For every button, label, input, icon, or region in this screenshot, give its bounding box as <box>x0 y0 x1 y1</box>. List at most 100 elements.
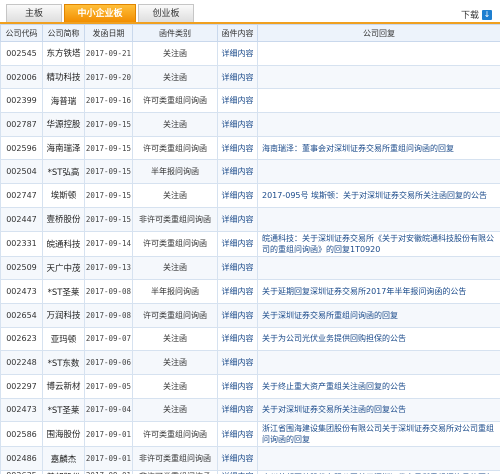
table-row: 002473 *ST圣莱 2017-09-04 关注函 详细内容 关于对深圳证券交易所关注… <box>0 397 500 423</box>
detail-link[interactable]: 详细内容 <box>222 144 254 153</box>
cell-letter-content: 详细内容 <box>217 230 258 257</box>
cell-company-code: 002586 <box>0 421 43 448</box>
cell-company-reply <box>257 255 500 281</box>
cell-letter-date: 2017-09-08 <box>84 279 133 304</box>
tab-sme-board[interactable]: 中小企业板 <box>64 4 136 22</box>
reply-link[interactable]: 关于深圳证券交易所重组问询函的回复 <box>262 311 398 320</box>
table-row: 002635普邦股份2017-09-01非许可类重组问询函详细内容广州普邦园林股… <box>0 470 500 474</box>
column-header-code[interactable]: 公司代码 <box>0 24 43 42</box>
detail-link[interactable]: 详细内容 <box>222 215 254 224</box>
cell-letter-content: 详细内容 <box>217 88 258 114</box>
cell-letter-type: 许可类重组问询函 <box>132 88 218 114</box>
cell-company-reply: 皖通科技：关于深圳证券交易所《关于对安徽皖通科技股份有限公司的重组问询函》的回复… <box>257 230 500 257</box>
cell-letter-content: 详细内容 <box>217 159 258 185</box>
column-header-name[interactable]: 公司简称 <box>42 24 85 42</box>
reply-link[interactable]: 皖通科技：关于深圳证券交易所《关于对安徽皖通科技股份有限公司的重组问询函》的回复… <box>262 234 494 254</box>
cell-letter-content: 详细内容 <box>217 302 258 328</box>
tab-chinext-board[interactable]: 创业板 <box>138 4 194 22</box>
detail-link[interactable]: 详细内容 <box>222 358 254 367</box>
cell-company-name: 天广中茂 <box>42 255 85 281</box>
cell-company-name: 壹桥股份 <box>42 206 85 232</box>
detail-link[interactable]: 详细内容 <box>222 430 254 439</box>
cell-letter-date: 2017-09-04 <box>84 397 133 423</box>
column-header-reply[interactable]: 公司回复 <box>257 24 500 42</box>
reply-link[interactable]: 关于为公司光伏业务提供回购担保的公告 <box>262 334 406 343</box>
cell-company-name: 普邦股份 <box>42 470 85 474</box>
detail-link[interactable]: 详细内容 <box>222 167 254 176</box>
download-icon: ↓ <box>482 9 492 20</box>
download-button[interactable]: 下载 ↓ <box>461 8 492 21</box>
column-header-type[interactable]: 函件类别 <box>132 24 218 42</box>
table-row: 002545 东方铁塔 2017-09-21 关注函 详细内容 <box>0 41 500 66</box>
reply-link[interactable]: 浙江省围海建设集团股份有限公司关于深圳证券交易所对公司重组问询函的回复 <box>262 424 494 444</box>
cell-company-code: 002331 <box>0 230 43 257</box>
cell-letter-content: 详细内容 <box>217 112 258 137</box>
cell-letter-date: 2017-09-15 <box>84 159 133 185</box>
cell-company-code: 002747 <box>0 183 43 208</box>
cell-letter-content: 详细内容 <box>217 470 258 474</box>
detail-link[interactable]: 详细内容 <box>222 382 254 391</box>
cell-letter-date: 2017-09-20 <box>84 64 133 90</box>
cell-letter-date: 2017-09-13 <box>84 255 133 281</box>
detail-link[interactable]: 详细内容 <box>222 287 254 296</box>
detail-link[interactable]: 详细内容 <box>222 49 254 58</box>
cell-company-reply: 关于延期回复深圳证券交易所2017年半年报问询函的公告 <box>257 279 500 304</box>
column-header-date[interactable]: 发函日期 <box>84 24 133 42</box>
cell-company-code: 002473 <box>0 279 43 304</box>
table-row: 002747 埃斯顿 2017-09-15 关注函 详细内容 2017-095号 埃斯顿：… <box>0 183 500 208</box>
cell-letter-type: 关注函 <box>132 41 218 66</box>
cell-company-reply <box>257 446 500 471</box>
detail-link[interactable]: 详细内容 <box>222 311 254 320</box>
cell-letter-type: 关注函 <box>132 183 218 208</box>
column-header-content[interactable]: 函件内容 <box>217 24 258 42</box>
cell-company-name: 皖通科技 <box>42 230 85 257</box>
table-row: 002504 *ST弘高 2017-09-15 半年报问询函 详细内容 <box>0 159 500 185</box>
reply-link[interactable]: 关于终止重大资产重组关注函回复的公告 <box>262 382 406 391</box>
cell-company-reply <box>257 112 500 137</box>
cell-company-name: 海普瑞 <box>42 88 85 114</box>
cell-company-code: 002509 <box>0 255 43 281</box>
cell-letter-type: 关注函 <box>132 326 218 352</box>
reply-link[interactable]: 关于延期回复深圳证券交易所2017年半年报问询函的公告 <box>262 287 466 296</box>
detail-link[interactable]: 详细内容 <box>222 263 254 272</box>
cell-company-code: 002623 <box>0 326 43 352</box>
cell-letter-type: 许可类重组问询函 <box>132 135 218 161</box>
download-label: 下载 <box>460 11 479 21</box>
cell-letter-type: 关注函 <box>132 397 218 423</box>
cell-company-reply: 关于终止重大资产重组关注函回复的公告 <box>257 373 500 399</box>
cell-company-code: 002545 <box>0 41 43 66</box>
detail-link[interactable]: 详细内容 <box>222 73 254 82</box>
cell-company-name: 华源控股 <box>42 112 85 137</box>
reply-link[interactable]: 2017-095号 埃斯顿：关于对深圳证券交易所关注函回复的公告 <box>262 191 487 200</box>
table-row: 002623 亚玛顿 2017-09-07 关注函 详细内容 关于为公司光伏业务提供回购担… <box>0 326 500 352</box>
detail-link[interactable]: 详细内容 <box>222 96 254 105</box>
cell-letter-content: 详细内容 <box>217 397 258 423</box>
detail-link[interactable]: 详细内容 <box>222 334 254 343</box>
board-tabs: 主板 中小企业板 创业板 <box>6 4 196 22</box>
detail-link[interactable]: 详细内容 <box>222 454 254 463</box>
cell-letter-type: 关注函 <box>132 373 218 399</box>
cell-company-reply <box>257 64 500 90</box>
cell-company-reply <box>257 350 500 375</box>
tab-main-board[interactable]: 主板 <box>6 4 62 22</box>
table-row: 002006 精功科技 2017-09-20 关注函 详细内容 <box>0 64 500 90</box>
detail-link[interactable]: 详细内容 <box>222 191 254 200</box>
cell-company-name: *ST圣莱 <box>42 397 85 423</box>
cell-company-name: *ST弘高 <box>42 159 85 185</box>
cell-letter-date: 2017-09-05 <box>84 373 133 399</box>
detail-link[interactable]: 详细内容 <box>222 239 254 248</box>
reply-link[interactable]: 关于对深圳证券交易所关注函的回复公告 <box>262 405 406 414</box>
cell-company-code: 002787 <box>0 112 43 137</box>
detail-link[interactable]: 详细内容 <box>222 120 254 129</box>
table-row: 002486 嘉麟杰 2017-09-01 非许可类重组问询函 详细内容 <box>0 446 500 471</box>
cell-letter-type: 关注函 <box>132 64 218 90</box>
cell-company-code: 002635 <box>0 470 43 474</box>
cell-company-name: *ST东数 <box>42 350 85 375</box>
cell-letter-content: 详细内容 <box>217 350 258 375</box>
cell-company-reply: 广州普邦园林股份有限公司关于深圳证券交易所重组问询函的回复 <box>257 470 500 474</box>
cell-company-code: 002297 <box>0 373 43 399</box>
reply-link[interactable]: 海南瑞泽：董事会对深圳证券交易所重组问询函的回复 <box>262 144 454 153</box>
cell-letter-date: 2017-09-16 <box>84 88 133 114</box>
detail-link[interactable]: 详细内容 <box>222 405 254 414</box>
table-row: 002509 天广中茂 2017-09-13 关注函 详细内容 <box>0 255 500 281</box>
